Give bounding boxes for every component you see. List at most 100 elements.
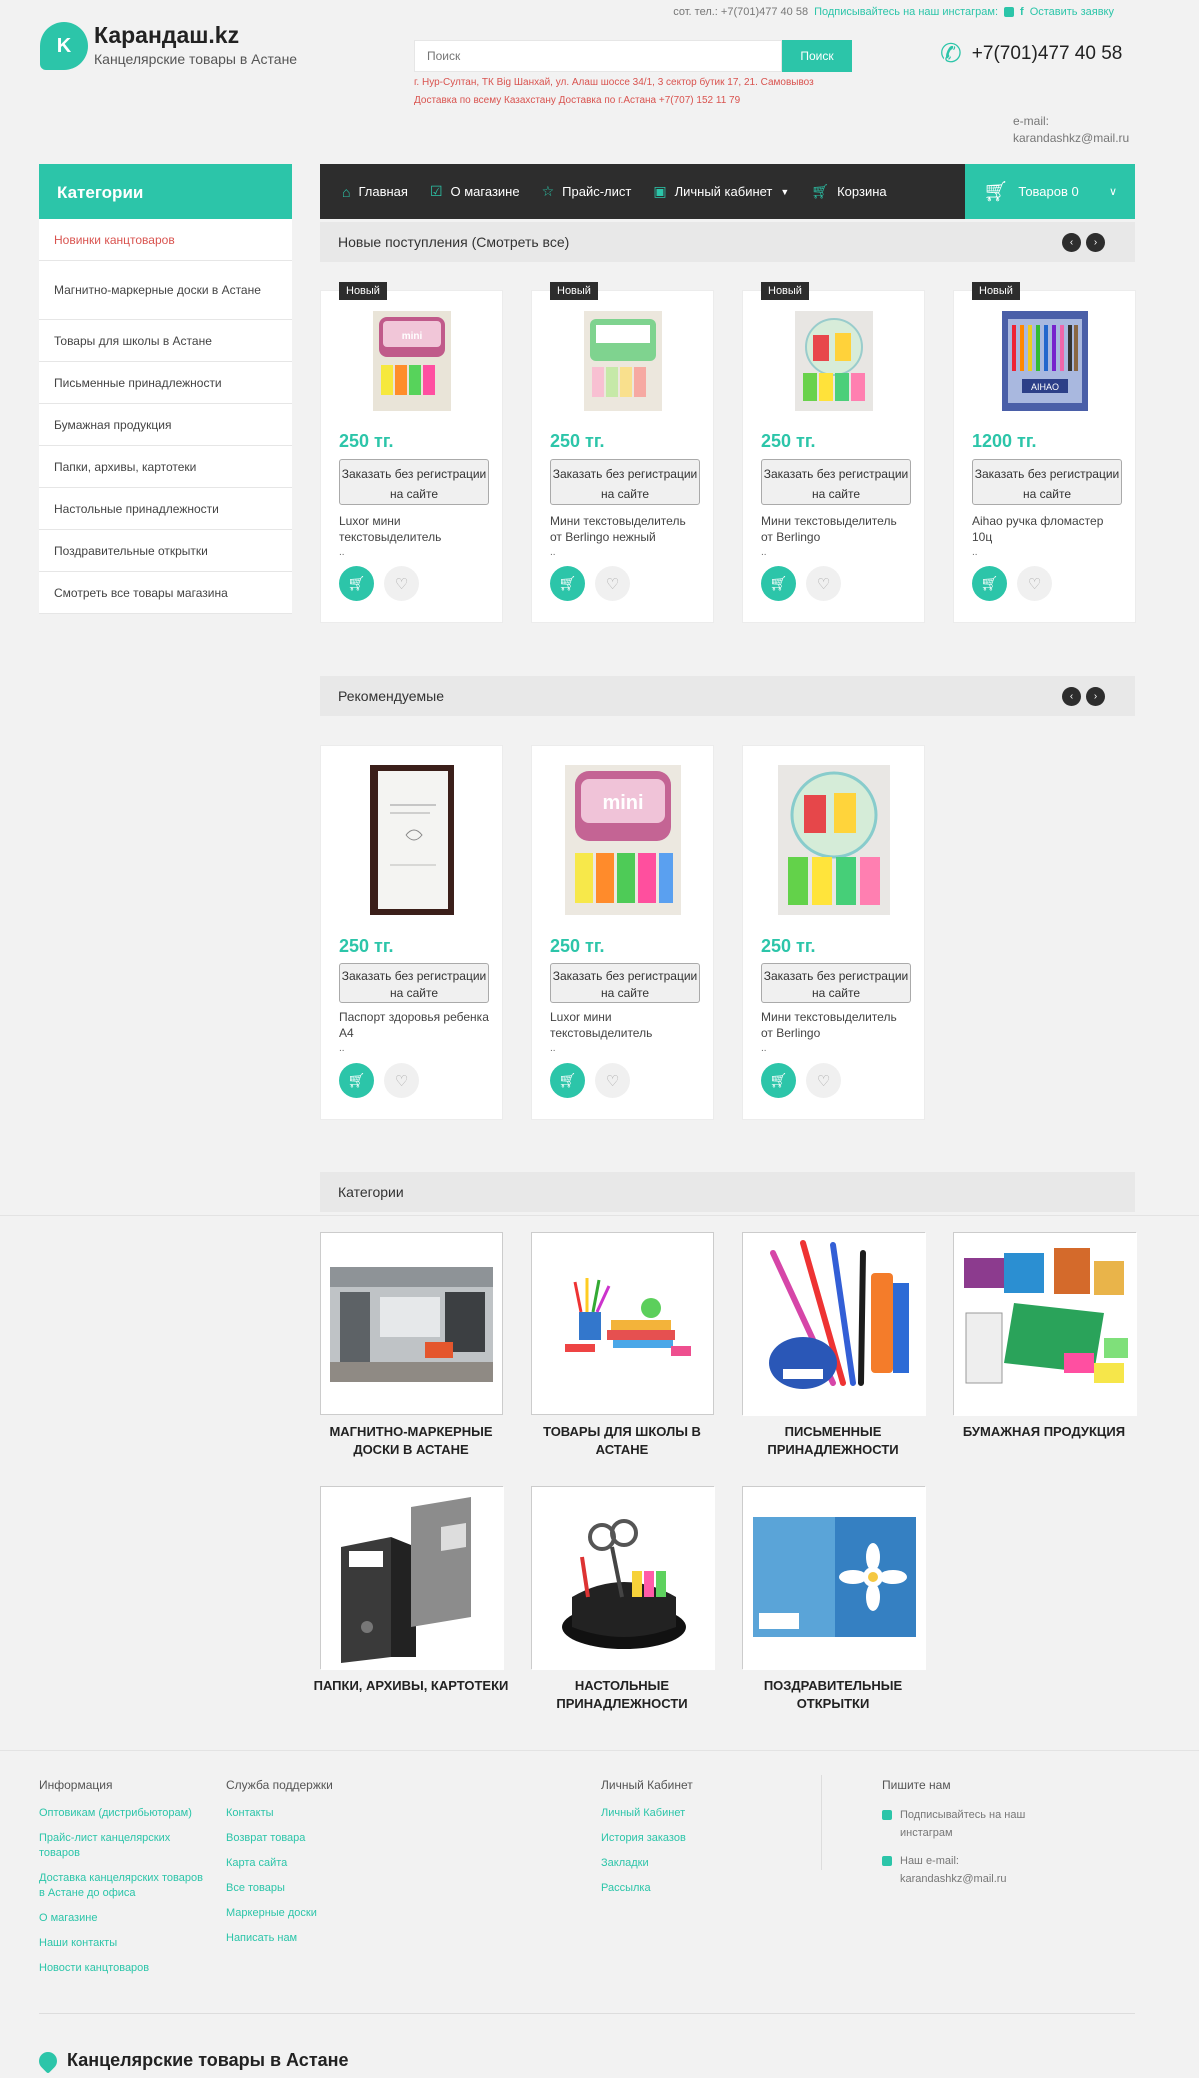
prev-arrow-icon[interactable]: ‹ xyxy=(1062,687,1081,706)
add-to-cart-icon[interactable]: 🛒︎ xyxy=(339,566,374,601)
footer-link[interactable]: История заказов xyxy=(601,1831,761,1846)
search-input[interactable] xyxy=(414,40,782,72)
email-address[interactable]: karandashkz@mail.ru xyxy=(1013,130,1129,147)
product-name[interactable]: Мини текстовыделитель от Berlingo нежный xyxy=(550,513,700,545)
add-to-cart-icon[interactable]: 🛒︎ xyxy=(339,1063,374,1098)
category-tile-label[interactable]: ТОВАРЫ ДЛЯ ШКОЛЫ В АСТАНЕ xyxy=(522,1423,722,1459)
footer-link[interactable]: Личный Кабинет xyxy=(601,1806,761,1821)
footer-link[interactable]: Новости канцтоваров xyxy=(39,1961,204,1976)
prev-arrow-icon[interactable]: ‹ xyxy=(1062,233,1081,252)
add-to-cart-icon[interactable]: 🛒︎ xyxy=(761,566,796,601)
facebook-icon[interactable]: f xyxy=(1020,6,1024,18)
footer-link[interactable]: Карта сайта xyxy=(226,1856,386,1871)
order-without-registration-button[interactable]: Заказать без регистрации на сайте xyxy=(339,963,489,1003)
footer-link[interactable]: О магазине xyxy=(39,1911,204,1926)
order-without-registration-button[interactable]: Заказать без регистрации на сайте xyxy=(550,963,700,1003)
add-to-cart-icon[interactable]: 🛒︎ xyxy=(550,566,585,601)
add-to-cart-icon[interactable]: 🛒︎ xyxy=(761,1063,796,1098)
new-arrivals-title[interactable]: Новые поступления (Смотреть все) xyxy=(338,234,569,250)
product-image[interactable] xyxy=(794,311,873,411)
sidebar-item-writing[interactable]: Письменные принадлежности xyxy=(39,362,292,404)
instagram-icon[interactable] xyxy=(1004,7,1015,17)
category-tile-boards[interactable] xyxy=(320,1232,503,1415)
cart-summary-button[interactable]: 🛒︎ Товаров 0 ∨ xyxy=(965,164,1135,219)
category-tile-folders[interactable] xyxy=(320,1486,504,1670)
request-link[interactable]: Оставить заявку xyxy=(1030,6,1114,18)
sidebar-item-new[interactable]: Новинки канцтоваров xyxy=(39,219,292,261)
nav-about[interactable]: ☑ О магазине xyxy=(419,164,531,219)
order-without-registration-button[interactable]: Заказать без регистрации на сайте xyxy=(972,459,1122,505)
sidebar-item-all[interactable]: Смотреть все товары магазина xyxy=(39,572,292,614)
add-to-cart-icon[interactable]: 🛒︎ xyxy=(550,1063,585,1098)
next-arrow-icon[interactable]: › xyxy=(1086,233,1105,252)
sidebar-item-desk[interactable]: Настольные принадлежности xyxy=(39,488,292,530)
footer-link[interactable]: Все товары xyxy=(226,1881,386,1896)
footer-instagram[interactable]: Подписывайтесь на наш инстаграм xyxy=(882,1806,1062,1842)
product-name[interactable]: Мини текстовыделитель от Berlingo xyxy=(761,1009,911,1041)
category-tile-paper[interactable] xyxy=(953,1232,1137,1416)
category-tile-label[interactable]: ПАПКИ, АРХИВЫ, КАРТОТЕКИ xyxy=(311,1677,511,1695)
wishlist-heart-icon[interactable]: ♡ xyxy=(384,566,419,601)
phone-block[interactable]: ✆ +7(701)477 40 58 xyxy=(940,38,1122,69)
product-name[interactable]: Aihao ручка фломастер 10ц xyxy=(972,513,1122,545)
search-button[interactable]: Поиск xyxy=(782,40,852,72)
wishlist-heart-icon[interactable]: ♡ xyxy=(1017,566,1052,601)
sidebar-item-paper[interactable]: Бумажная продукция xyxy=(39,404,292,446)
footer-link[interactable]: Рассылка xyxy=(601,1881,761,1896)
product-name[interactable]: Luxor мини текстовыделитель xyxy=(339,513,489,545)
category-tile-label[interactable]: МАГНИТНО-МАРКЕРНЫЕ ДОСКИ В АСТАНЕ xyxy=(311,1423,511,1459)
footer-link[interactable]: Маркерные доски xyxy=(226,1906,386,1921)
footer-link[interactable]: Доставка канцелярских товаров в Астане д… xyxy=(39,1871,204,1901)
wishlist-heart-icon[interactable]: ♡ xyxy=(595,566,630,601)
wishlist-heart-icon[interactable]: ♡ xyxy=(384,1063,419,1098)
add-to-cart-icon[interactable]: 🛒︎ xyxy=(972,566,1007,601)
footer-link[interactable]: Контакты xyxy=(226,1806,386,1821)
sidebar-item-cards[interactable]: Поздравительные открытки xyxy=(39,530,292,572)
product-image[interactable]: AIHAO xyxy=(1001,311,1088,411)
category-tile-school[interactable] xyxy=(531,1232,714,1415)
category-tile-writing[interactable] xyxy=(742,1232,926,1416)
product-image[interactable]: mini xyxy=(564,765,681,915)
logo[interactable]: K Карандаш.kz Канцелярские товары в Аста… xyxy=(40,22,297,70)
footer-link[interactable]: Оптовикам (дистрибьюторам) xyxy=(39,1806,204,1821)
sidebar-item-folders[interactable]: Папки, архивы, картотеки xyxy=(39,446,292,488)
wishlist-heart-icon[interactable]: ♡ xyxy=(806,566,841,601)
nav-home[interactable]: ⌂ Главная xyxy=(320,164,419,219)
category-tile-cards[interactable] xyxy=(742,1486,926,1670)
footer-link[interactable]: Закладки xyxy=(601,1856,761,1871)
order-without-registration-button[interactable]: Заказать без регистрации на сайте xyxy=(550,459,700,505)
footer-link[interactable]: Наши контакты xyxy=(39,1936,204,1951)
footer-email-address[interactable]: karandashkz@mail.ru xyxy=(900,1873,1007,1885)
nav-pricelist[interactable]: ☆ Прайс-лист xyxy=(531,164,643,219)
nav-cart[interactable]: 🛒︎ Корзина xyxy=(800,164,897,219)
wishlist-heart-icon[interactable]: ♡ xyxy=(806,1063,841,1098)
footer-instagram-label[interactable]: Подписывайтесь на наш инстаграм xyxy=(900,1806,1062,1842)
product-image[interactable] xyxy=(369,765,454,915)
footer-link[interactable]: Написать нам xyxy=(226,1931,386,1946)
logo-badge-icon[interactable]: K xyxy=(40,22,88,70)
category-tile-desk[interactable] xyxy=(531,1486,715,1670)
nav-account[interactable]: ▣ Личный кабинет ▼ xyxy=(642,164,800,219)
order-without-registration-button[interactable]: Заказать без регистрации на сайте xyxy=(339,459,489,505)
footer-link[interactable]: Прайс-лист канцелярских товаров xyxy=(39,1831,204,1861)
product-image[interactable]: mini xyxy=(372,311,451,411)
sidebar-item-school[interactable]: Товары для школы в Астане xyxy=(39,320,292,362)
product-name[interactable]: Luxor мини текстовыделитель xyxy=(550,1009,700,1041)
category-tile-label[interactable]: ПОЗДРАВИТЕЛЬНЫЕ ОТКРЫТКИ xyxy=(733,1677,933,1713)
category-tile-label[interactable]: БУМАЖНАЯ ПРОДУКЦИЯ xyxy=(944,1423,1144,1441)
product-image[interactable] xyxy=(777,765,890,915)
sidebar-item-boards[interactable]: Магнитно-маркерные доски в Астане xyxy=(39,261,292,320)
footer-link[interactable]: Возврат товара xyxy=(226,1831,386,1846)
phone-number[interactable]: +7(701)477 40 58 xyxy=(972,43,1123,65)
logo-title[interactable]: Карандаш.kz xyxy=(94,22,297,49)
next-arrow-icon[interactable]: › xyxy=(1086,687,1105,706)
order-without-registration-button[interactable]: Заказать без регистрации на сайте xyxy=(761,963,911,1003)
order-without-registration-button[interactable]: Заказать без регистрации на сайте xyxy=(761,459,911,505)
product-name[interactable]: Мини текстовыделитель от Berlingo xyxy=(761,513,911,545)
wishlist-heart-icon[interactable]: ♡ xyxy=(595,1063,630,1098)
product-name[interactable]: Паспорт здоровья ребенка А4 xyxy=(339,1009,489,1041)
category-tile-label[interactable]: НАСТОЛЬНЫЕ ПРИНАДЛЕЖНОСТИ xyxy=(522,1677,722,1713)
category-tile-label[interactable]: ПИСЬМЕННЫЕ ПРИНАДЛЕЖНОСТИ xyxy=(733,1423,933,1459)
instagram-link[interactable]: Подписывайтесь на наш инстаграм: xyxy=(814,6,998,18)
product-image[interactable] xyxy=(583,311,662,411)
